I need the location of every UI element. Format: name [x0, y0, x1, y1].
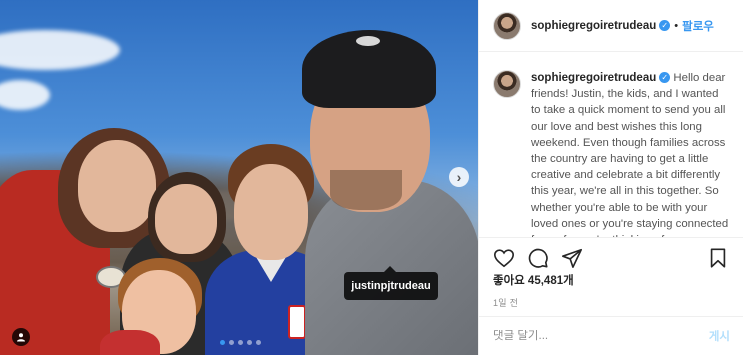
comment-form: 게시 — [479, 316, 743, 355]
carousel-dot — [238, 340, 243, 345]
post-comment-button[interactable]: 게시 — [709, 328, 730, 344]
next-photo-button[interactable]: › — [449, 167, 469, 187]
carousel-dots — [220, 340, 261, 345]
person-red-shirt — [100, 330, 160, 355]
likes-count[interactable]: 좋아요 45,481개 — [479, 270, 743, 288]
action-bar — [479, 238, 743, 270]
carousel-dot — [247, 340, 252, 345]
comment-input[interactable] — [493, 330, 709, 342]
post-header: sophiegregoiretrudeau ✓ • 팔로우 — [479, 0, 743, 52]
user-tag-icon — [17, 333, 25, 342]
person-face — [234, 164, 308, 260]
post-photo[interactable]: › justinpjtrudeau — [0, 0, 478, 355]
beard — [330, 170, 402, 210]
user-tag[interactable]: justinpjtrudeau — [344, 266, 438, 300]
caption: sophiegregoiretrudeau ✓ Hello dear friend… — [531, 70, 729, 237]
post-time[interactable]: 1일 전 — [479, 288, 743, 309]
comment-icon[interactable] — [527, 247, 549, 269]
caption-username-link[interactable]: sophiegregoiretrudeau — [531, 72, 656, 84]
nba-logo — [288, 305, 306, 339]
beanie-logo — [356, 36, 380, 46]
separator: • — [674, 19, 679, 32]
person-face — [78, 140, 156, 232]
carousel-dot — [220, 340, 225, 345]
verified-badge-icon: ✓ — [659, 20, 671, 31]
username-link[interactable]: sophiegregoiretrudeau — [531, 20, 656, 32]
verified-badge-icon: ✓ — [659, 72, 671, 84]
carousel-dot — [256, 340, 261, 345]
follow-button[interactable]: 팔로우 — [682, 18, 714, 34]
user-tag-label: justinpjtrudeau — [351, 280, 431, 292]
share-icon[interactable] — [561, 247, 583, 269]
caption-area: sophiegregoiretrudeau ✓ Hello dear friend… — [479, 52, 743, 238]
caption-text: Hello dear friends! Justin, the kids, an… — [531, 72, 729, 237]
user-tag-button[interactable] — [12, 328, 30, 346]
post-panel: sophiegregoiretrudeau ✓ • 팔로우 sophiegreg… — [478, 0, 743, 355]
avatar[interactable] — [493, 70, 521, 98]
cloud — [0, 30, 120, 70]
person-face — [155, 184, 217, 254]
carousel-dot — [229, 340, 234, 345]
bookmark-icon[interactable] — [707, 247, 729, 269]
avatar[interactable] — [493, 11, 521, 40]
heart-icon[interactable] — [493, 247, 515, 269]
chevron-right-icon: › — [456, 169, 462, 185]
cloud — [0, 80, 50, 110]
